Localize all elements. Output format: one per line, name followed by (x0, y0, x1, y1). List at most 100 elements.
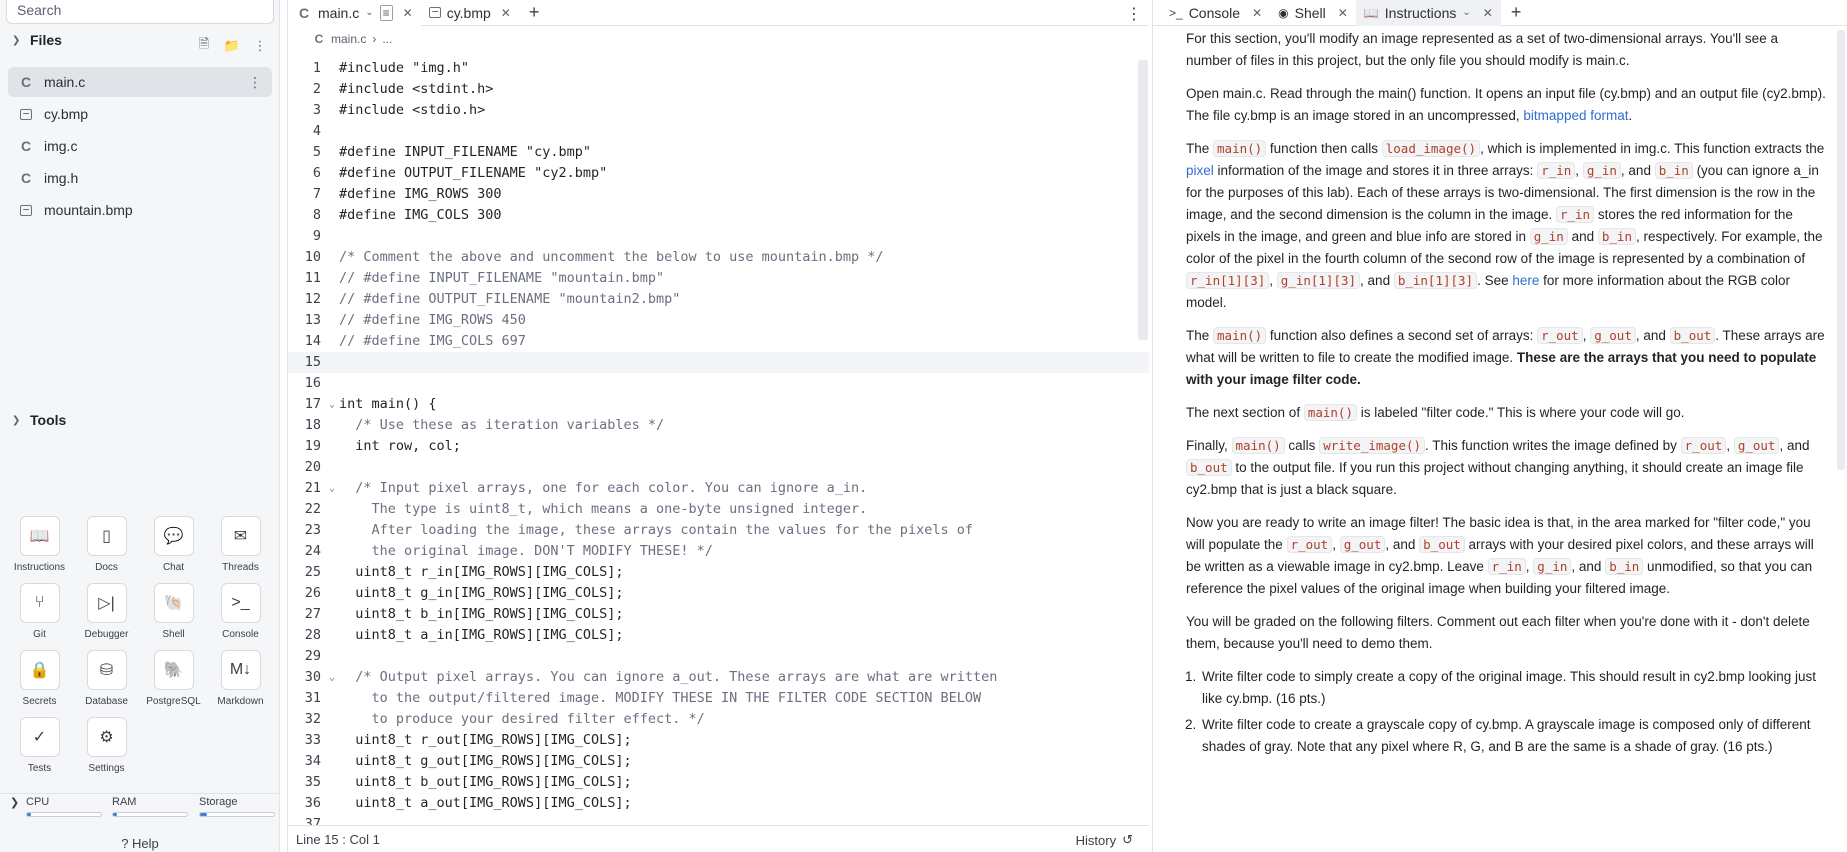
file-item[interactable]: Cimg.c (8, 131, 272, 161)
fold-chevron-icon[interactable]: ⌄ (325, 478, 339, 499)
resources-bar[interactable]: ❯ CPU RAM Storage (0, 793, 280, 823)
close-icon[interactable]: ✕ (1338, 6, 1348, 20)
chevron-down-icon[interactable]: ⌄ (1462, 7, 1470, 18)
code-line[interactable]: 26 uint8_t g_in[IMG_ROWS][IMG_COLS]; (288, 583, 1149, 604)
code-line[interactable]: 3 #include <stdio.h> (288, 100, 1149, 121)
code-line[interactable]: 11 // #define INPUT_FILENAME "mountain.bm… (288, 268, 1149, 289)
help-button[interactable]: ? Help (0, 836, 280, 851)
pixel-link[interactable]: pixel (1186, 163, 1214, 178)
tool-instructions[interactable]: 📖 Instructions (6, 516, 73, 573)
code-line[interactable]: 19 int row, col; (288, 436, 1149, 457)
tab-console[interactable]: >_ Console ✕ (1161, 0, 1270, 26)
code-line[interactable]: 28 uint8_t a_in[IMG_ROWS][IMG_COLS]; (288, 625, 1149, 646)
code-line[interactable]: 30 ⌄ /* Output pixel arrays. You can igno… (288, 667, 1149, 688)
tool-chat[interactable]: 💬 Chat (140, 516, 207, 573)
file-item[interactable]: mountain.bmp (8, 195, 272, 225)
code-line[interactable]: 12 // #define OUTPUT_FILENAME "mountain2.… (288, 289, 1149, 310)
code-line[interactable]: 23 After loading the image, these arrays… (288, 520, 1149, 541)
tool-git[interactable]: ⑂ Git (6, 583, 73, 640)
tool-postgresql[interactable]: 🐘 PostgreSQL (140, 650, 207, 707)
tool-threads[interactable]: ✉ Threads (207, 516, 274, 573)
add-tab-button[interactable]: + (519, 2, 550, 23)
tool-markdown[interactable]: M↓ Markdown (207, 650, 274, 707)
files-section-header[interactable]: ❯ Files (12, 32, 62, 48)
breadcrumb-file[interactable]: main.c (331, 32, 366, 46)
tools-section-header[interactable]: ❯ Tools (12, 412, 66, 428)
code-line[interactable]: 9 (288, 226, 1149, 247)
tool-database[interactable]: ⛁ Database (73, 650, 140, 707)
tool-secrets[interactable]: 🔒 Secrets (6, 650, 73, 707)
tool-shell[interactable]: 🐚 Shell (140, 583, 207, 640)
close-icon[interactable]: ✕ (501, 6, 511, 20)
editor-scrollbar[interactable] (1138, 60, 1148, 340)
code-line[interactable]: 24 the original image. DON'T MODIFY THES… (288, 541, 1149, 562)
code-line[interactable]: 1 #include "img.h" (288, 58, 1149, 79)
code-line[interactable]: 5 #define INPUT_FILENAME "cy.bmp" (288, 142, 1149, 163)
code-line[interactable]: 21 ⌄ /* Input pixel arrays, one for each … (288, 478, 1149, 499)
new-folder-icon[interactable]: 📁 (224, 38, 240, 54)
code-line[interactable]: 6 #define OUTPUT_FILENAME "cy2.bmp" (288, 163, 1149, 184)
tool-console[interactable]: >_ Console (207, 583, 274, 640)
tool-tests[interactable]: ✓ Tests (6, 717, 73, 774)
code-line[interactable]: 18 /* Use these as iteration variables *… (288, 415, 1149, 436)
close-icon[interactable]: ✕ (1252, 6, 1262, 20)
close-icon[interactable]: ✕ (1483, 6, 1493, 20)
instructions-scrollbar[interactable] (1837, 30, 1845, 470)
history-button[interactable]: History ↺ (1076, 832, 1133, 848)
tool-settings[interactable]: ⚙ Settings (73, 717, 140, 774)
tab-cy-bmp[interactable]: cy.bmp ✕ (421, 0, 519, 26)
code-line[interactable]: 8 #define IMG_COLS 300 (288, 205, 1149, 226)
close-icon[interactable]: ✕ (403, 6, 413, 20)
add-tab-button[interactable]: + (1501, 2, 1532, 23)
code-line[interactable]: 31 to the output/filtered image. MODIFY … (288, 688, 1149, 709)
code-line[interactable]: 13 // #define IMG_ROWS 450 (288, 310, 1149, 331)
code-line[interactable]: 27 uint8_t b_in[IMG_ROWS][IMG_COLS]; (288, 604, 1149, 625)
tool-docs[interactable]: ▯ Docs (73, 516, 140, 573)
code-line[interactable]: 25 uint8_t r_in[IMG_ROWS][IMG_COLS]; (288, 562, 1149, 583)
search-input[interactable]: Search (6, 0, 274, 24)
code-line[interactable]: 34 uint8_t g_out[IMG_ROWS][IMG_COLS]; (288, 751, 1149, 772)
new-file-icon[interactable]: 🗎 (196, 36, 212, 54)
fold-chevron-icon[interactable]: ⌄ (325, 667, 339, 688)
code-line[interactable]: 33 uint8_t r_out[IMG_ROWS][IMG_COLS]; (288, 730, 1149, 751)
code-text: int row, col; (339, 438, 461, 454)
tool-debugger[interactable]: ▷| Debugger (73, 583, 140, 640)
code-line[interactable]: 10 /* Comment the above and uncomment the… (288, 247, 1149, 268)
here-link[interactable]: here (1512, 273, 1539, 288)
tab-main-c[interactable]: C main.c ⌄ ≡ ✕ (288, 0, 421, 26)
file-item[interactable]: cy.bmp (8, 99, 272, 129)
code-line[interactable]: 29 (288, 646, 1149, 667)
code-line[interactable]: 35 uint8_t b_out[IMG_ROWS][IMG_COLS]; (288, 772, 1149, 793)
code-line[interactable]: 36 uint8_t a_out[IMG_ROWS][IMG_COLS]; (288, 793, 1149, 814)
file-item[interactable]: Cmain.c ⋮ (8, 67, 272, 97)
instructions-paragraph: The main() function also defines a secon… (1186, 327, 1825, 387)
code-editor[interactable]: 1 #include "img.h" 2 #include <stdint.h> 3 #i… (288, 58, 1149, 825)
breadcrumb-rest[interactable]: ... (382, 32, 392, 46)
code-line[interactable]: 32 to produce your desired filter effect… (288, 709, 1149, 730)
tab-instructions[interactable]: 📖 Instructions ⌄ ✕ (1355, 0, 1501, 26)
code-line[interactable]: 22 The type is uint8_t, which means a on… (288, 499, 1149, 520)
files-menu-icon[interactable]: ⋮ (252, 38, 268, 54)
code-line[interactable]: 7 #define IMG_ROWS 300 (288, 184, 1149, 205)
code-line[interactable]: 4 (288, 121, 1149, 142)
code-line[interactable]: 15 (288, 352, 1149, 373)
code-line[interactable]: 14 // #define IMG_COLS 697 (288, 331, 1149, 352)
code-line[interactable]: 17 ⌄ int main() { (288, 394, 1149, 415)
code-line[interactable]: 20 (288, 457, 1149, 478)
editor-menu-icon[interactable]: ⋮ (1126, 4, 1142, 24)
status-bar: Line 15 : Col 1 History ↺ (288, 825, 1149, 852)
cursor-position[interactable]: Line 15 : Col 1 (296, 832, 380, 847)
file-menu-icon[interactable]: ⋮ (248, 74, 262, 91)
tab-shell[interactable]: ◉ Shell ✕ (1270, 0, 1356, 26)
file-item[interactable]: Cimg.h (8, 163, 272, 193)
chevron-down-icon[interactable]: ⌄ (365, 7, 373, 18)
code-line[interactable]: 2 #include <stdint.h> (288, 79, 1149, 100)
outline-icon[interactable]: ≡ (379, 4, 393, 21)
fold-chevron-icon[interactable]: ⌄ (325, 394, 339, 415)
code-text: #include <stdio.h> (339, 102, 486, 118)
code-line[interactable]: 16 (288, 373, 1149, 394)
bitmapped-format-link[interactable]: bitmapped format (1523, 108, 1628, 123)
code-line[interactable]: 37 (288, 814, 1149, 825)
shell-icon: 🐚 (153, 583, 194, 623)
storage-label: Storage (199, 796, 238, 808)
